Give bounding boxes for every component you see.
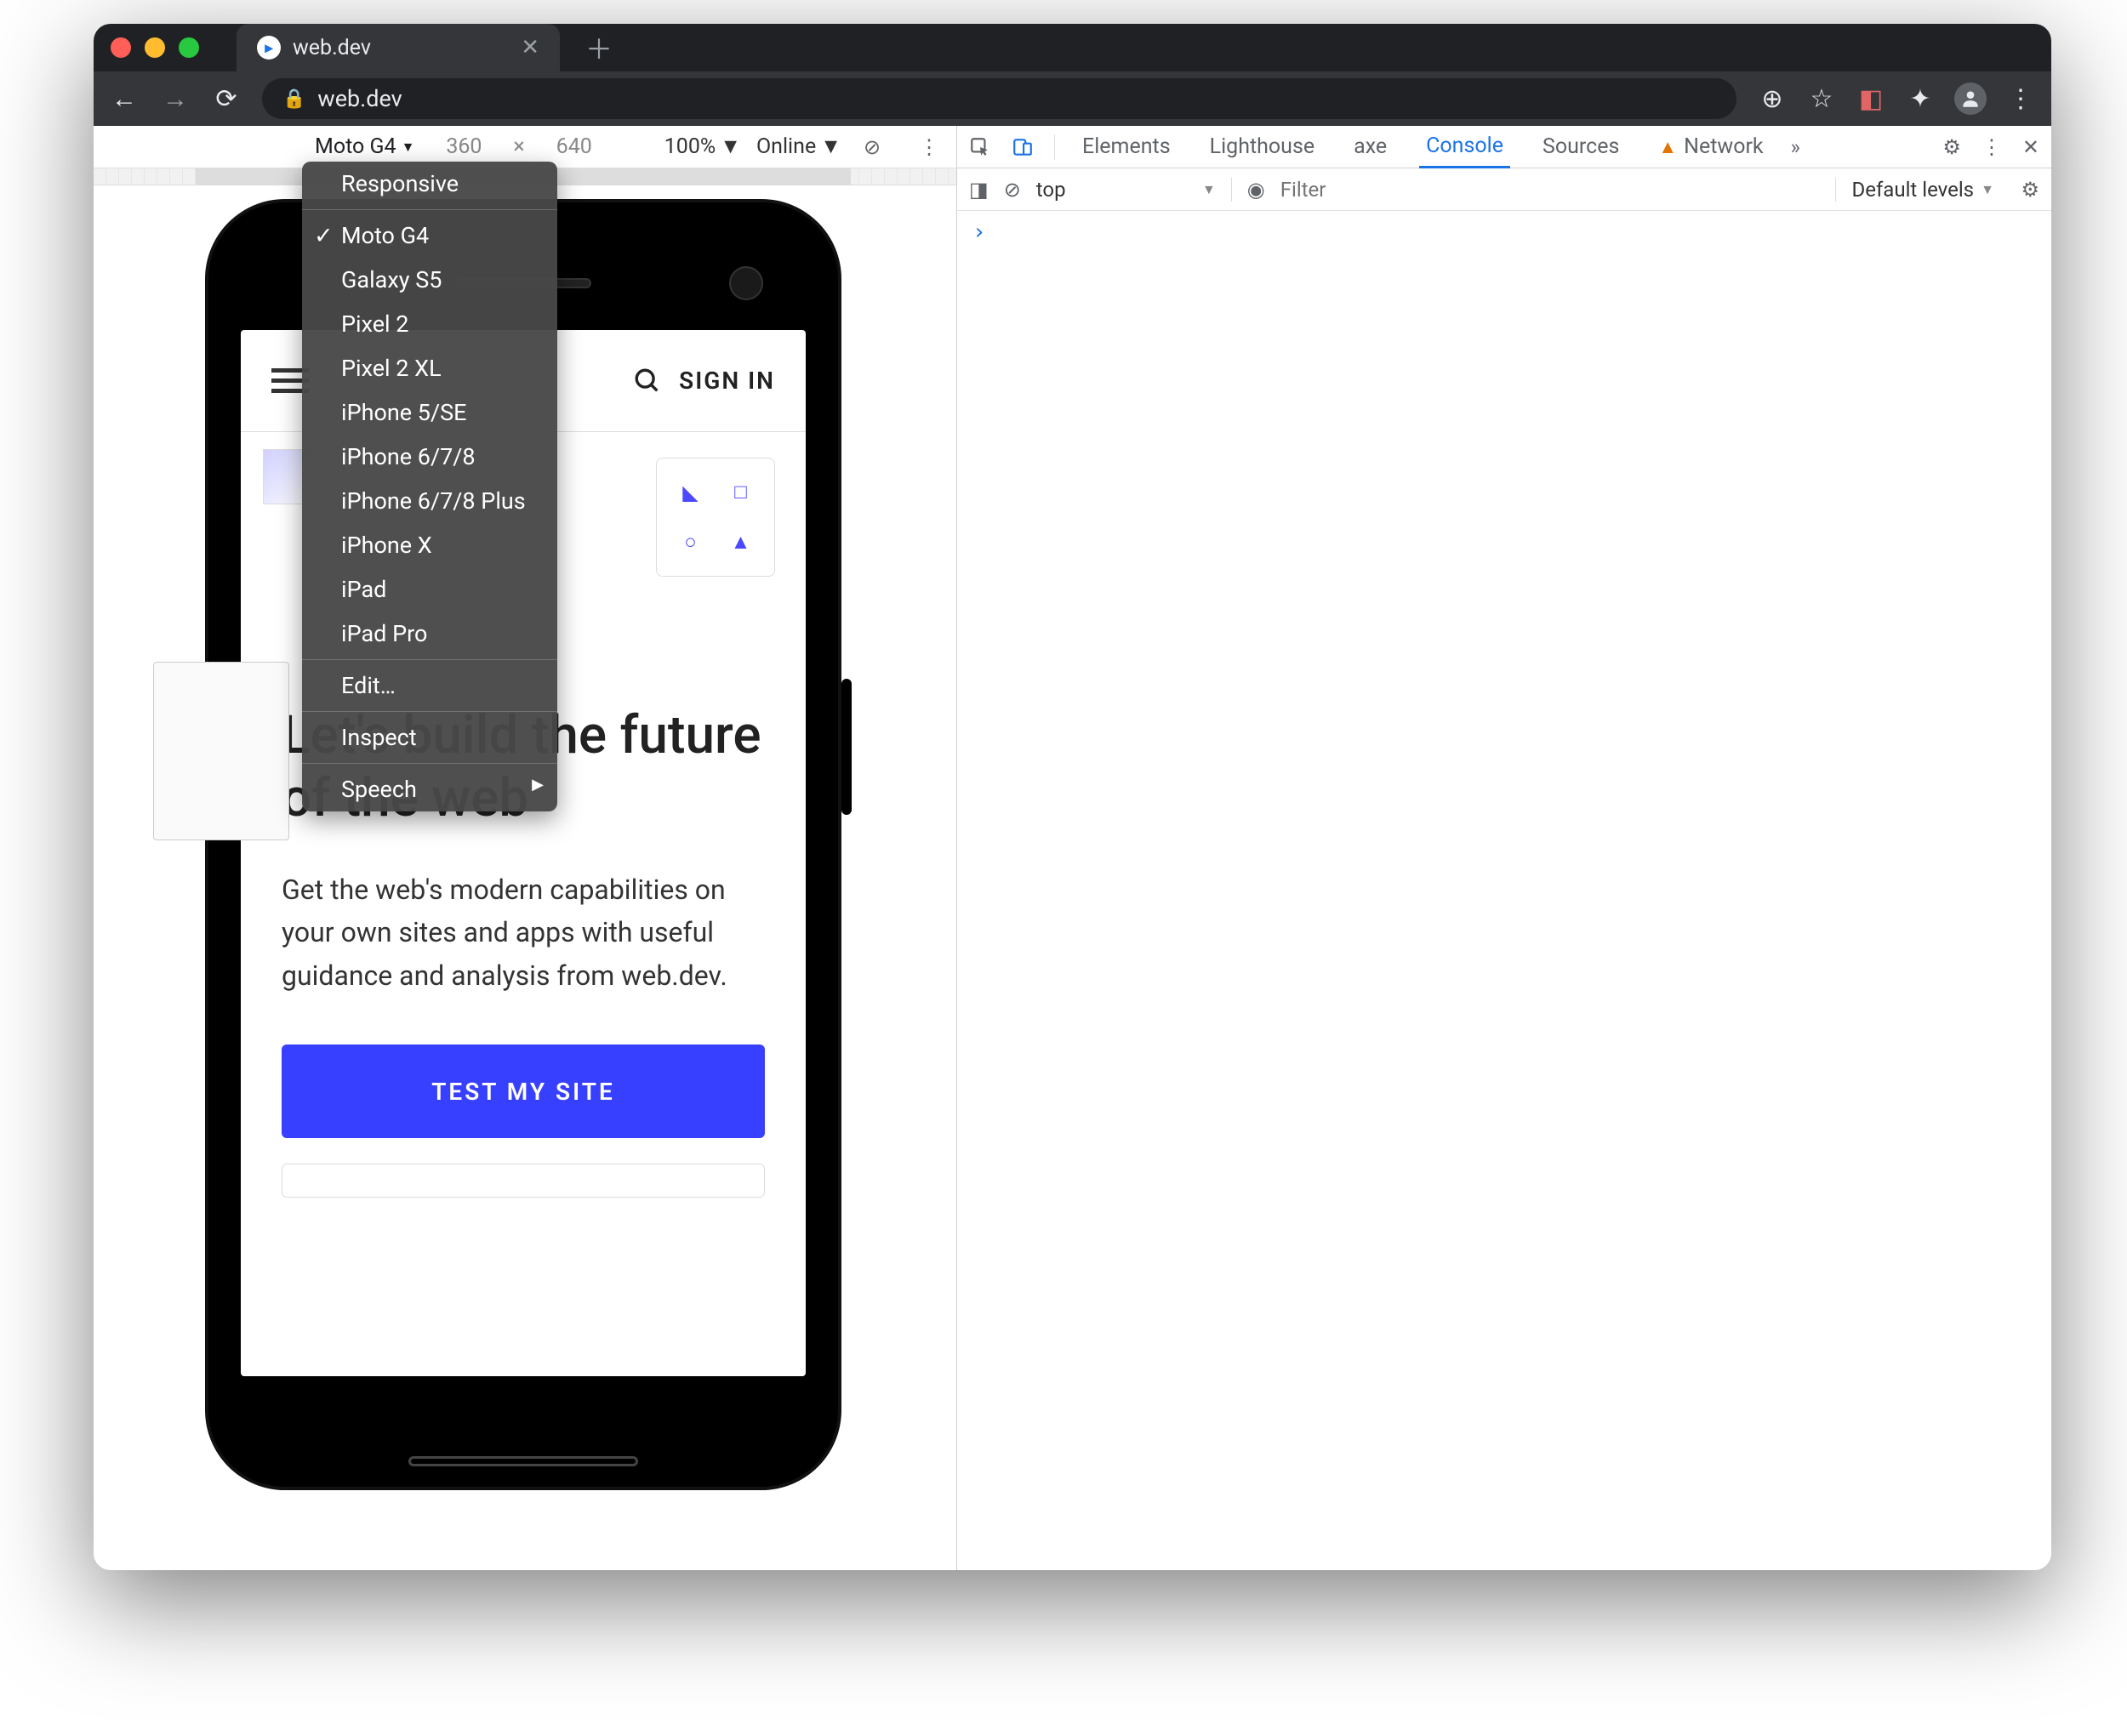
log-levels-selector[interactable]: Default levels▼ (1835, 178, 2005, 202)
menu-item-device[interactable]: iPhone 5/SE (302, 390, 557, 435)
console-toolbar: ◨ ⊘ top▼ ◉ Default levels▼ ⚙ (957, 168, 2051, 211)
dimension-separator: × (513, 134, 524, 159)
browser-window: ▸ web.dev ✕ ＋ ← → ⟳ 🔒 web.dev ⊕ ☆ ◧ ✦ ⋮ (94, 24, 2051, 1570)
device-dropdown-menu[interactable]: Responsive Moto G4Galaxy S5Pixel 2Pixel … (302, 162, 557, 811)
devtools-tabbar: Elements Lighthouse axe Console Sources ▲Netw… (957, 126, 2051, 168)
back-icon[interactable]: ← (109, 83, 140, 114)
throttle-selector[interactable]: Online▼ (756, 134, 841, 159)
rotate-icon[interactable]: ⊘ (864, 135, 881, 159)
lock-icon: 🔒 (282, 88, 305, 110)
chevron-down-icon: ▼ (402, 139, 415, 156)
home-indicator (408, 1456, 638, 1466)
browser-toolbar: ← → ⟳ 🔒 web.dev ⊕ ☆ ◧ ✦ ⋮ (94, 71, 2051, 126)
device-options-icon[interactable]: ⋮ (919, 135, 939, 159)
width-input[interactable]: 360 (430, 134, 498, 159)
search-icon[interactable] (633, 367, 662, 396)
hero-illustration-2: ◣□○▲ (656, 458, 775, 577)
live-expression-icon[interactable]: ◉ (1247, 178, 1265, 202)
menu-item-speech[interactable]: Speech (302, 767, 557, 811)
tab-close-icon[interactable]: ✕ (521, 35, 539, 60)
device-mode-pane: Moto G4▼ 360 × 640 100%▼ Online▼ ⊘ ⋮ (94, 126, 957, 1570)
menu-item-device[interactable]: Moto G4 (302, 213, 557, 258)
hero-body: Get the web's modern capabilities on you… (282, 868, 765, 998)
devtools-tab[interactable]: ▲Network (1651, 126, 1770, 168)
minimize-window-button[interactable] (145, 37, 165, 58)
test-my-site-button[interactable]: TEST MY SITE (282, 1044, 765, 1138)
more-tabs-icon[interactable]: » (1791, 135, 1800, 159)
menu-item-responsive[interactable]: Responsive (302, 162, 557, 206)
signin-area[interactable]: SIGN IN (633, 367, 775, 396)
devtools-close-icon[interactable]: ✕ (2022, 135, 2039, 159)
menu-item-edit[interactable]: Edit… (302, 663, 557, 708)
menu-item-device[interactable]: iPad Pro (302, 612, 557, 656)
toolbar-right: ⊕ ☆ ◧ ✦ ⋮ (1757, 83, 2036, 115)
menu-item-inspect[interactable]: Inspect (302, 715, 557, 760)
address-bar[interactable]: 🔒 web.dev (262, 78, 1736, 119)
tab-title: web.dev (293, 36, 371, 60)
device-toggle-icon[interactable] (1012, 136, 1034, 158)
devtools-tab[interactable]: Console (1419, 126, 1510, 168)
devtools-tab[interactable]: Lighthouse (1203, 126, 1322, 168)
devtools-menu-icon[interactable]: ⋮ (1982, 135, 2002, 159)
menu-item-device[interactable]: iPad (302, 567, 557, 612)
devtools-tab[interactable]: axe (1347, 126, 1394, 168)
extensions-puzzle-icon[interactable]: ✦ (1905, 83, 1936, 114)
console-body[interactable]: › (957, 211, 2051, 1570)
menu-item-device[interactable]: Galaxy S5 (302, 258, 557, 302)
hero-illustration-3 (153, 662, 289, 840)
hero-secondary-box (282, 1164, 765, 1198)
url-text: web.dev (317, 85, 402, 112)
browser-menu-icon[interactable]: ⋮ (2005, 83, 2036, 114)
height-input[interactable]: 640 (540, 134, 608, 159)
close-window-button[interactable] (111, 37, 131, 58)
favicon-icon: ▸ (257, 36, 281, 60)
menu-item-device[interactable]: Pixel 2 XL (302, 346, 557, 390)
menu-item-device[interactable]: iPhone 6/7/8 Plus (302, 479, 557, 523)
zoom-selector[interactable]: 100%▼ (664, 134, 741, 159)
devtools-tab[interactable]: Sources (1536, 126, 1626, 168)
maximize-window-button[interactable] (179, 37, 199, 58)
menu-item-device[interactable]: Pixel 2 (302, 302, 557, 346)
warning-icon: ▲ (1658, 136, 1677, 158)
extension-1-icon[interactable]: ◧ (1856, 83, 1886, 114)
phone-camera (729, 266, 763, 300)
devtools-tab[interactable]: Elements (1075, 126, 1178, 168)
signin-label: SIGN IN (679, 367, 775, 395)
console-sidebar-icon[interactable]: ◨ (969, 178, 989, 202)
devtools-panel: Elements Lighthouse axe Console Sources ▲Netw… (957, 126, 2051, 1570)
context-selector[interactable]: top▼ (1036, 178, 1232, 202)
device-selector[interactable]: Moto G4▼ (315, 134, 414, 159)
titlebar: ▸ web.dev ✕ ＋ (94, 24, 2051, 71)
reload-icon[interactable]: ⟳ (211, 83, 242, 114)
add-page-icon[interactable]: ⊕ (1757, 83, 1788, 114)
traffic-lights (111, 37, 199, 58)
new-tab-button[interactable]: ＋ (585, 28, 613, 67)
browser-tab[interactable]: ▸ web.dev ✕ (237, 24, 560, 71)
bookmark-star-icon[interactable]: ☆ (1806, 83, 1837, 114)
console-prompt-icon: › (972, 219, 986, 245)
menu-item-device[interactable]: iPhone X (302, 523, 557, 567)
console-filter-input[interactable] (1280, 178, 1821, 202)
menu-item-device[interactable]: iPhone 6/7/8 (302, 435, 557, 479)
inspect-element-icon[interactable] (969, 136, 991, 158)
console-settings-icon[interactable]: ⚙ (2021, 178, 2039, 202)
clear-console-icon[interactable]: ⊘ (1004, 178, 1021, 202)
settings-gear-icon[interactable]: ⚙ (1942, 135, 1961, 159)
profile-avatar-icon[interactable] (1954, 83, 1987, 115)
forward-icon[interactable]: → (160, 83, 191, 114)
